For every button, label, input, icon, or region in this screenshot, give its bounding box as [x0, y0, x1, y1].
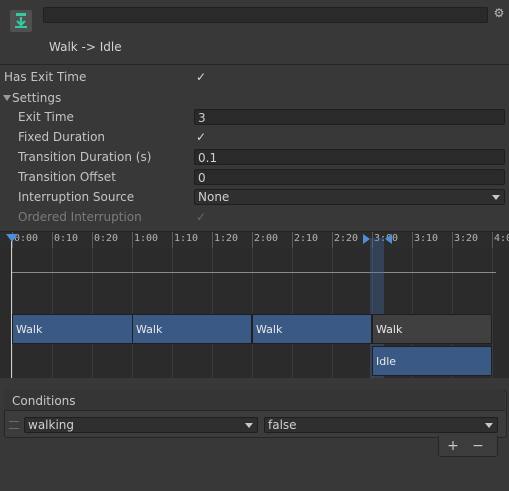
transition-icon	[10, 10, 32, 32]
ruler-tick-label: 2:00	[254, 233, 279, 244]
ruler-tick-label: 4:0	[494, 233, 509, 244]
timeline-gridline	[132, 248, 133, 378]
settings-foldout-arrow-icon[interactable]	[3, 95, 11, 101]
ruler-tick	[412, 232, 413, 249]
ruler-tick-label: 3:10	[414, 233, 439, 244]
ruler-tick-label: 0:20	[94, 233, 119, 244]
timeline-curve	[12, 272, 496, 273]
destination-clip[interactable]: Idle	[372, 346, 492, 376]
timeline-gridline	[92, 248, 93, 378]
timeline-gridline	[12, 248, 13, 378]
conditions-title: Conditions	[12, 394, 76, 408]
has-exit-time-checkbox[interactable]: ✓	[194, 70, 208, 84]
conditions-header	[4, 390, 505, 411]
timeline-gridline	[252, 248, 253, 378]
ruler-tick	[132, 232, 133, 249]
ruler-tick	[212, 232, 213, 249]
settings-foldout-label[interactable]: Settings	[12, 91, 61, 105]
timeline-gridline	[332, 248, 333, 378]
ruler-tick	[172, 232, 173, 249]
source-clip[interactable]: Walk	[132, 314, 252, 344]
timeline-gridline	[212, 248, 213, 378]
interruption-source-dropdown[interactable]: None	[194, 189, 505, 205]
timeline-ruler[interactable]: 0:00 0:10 0:20 1:00 1:10 1:20 2:00 2:10 2:20 3:00…	[0, 231, 509, 249]
gear-icon[interactable]: ⚙	[492, 6, 506, 20]
transition-start-marker-icon[interactable]	[363, 234, 370, 244]
transition-name-field[interactable]	[43, 7, 488, 23]
exit-time-field[interactable]: 3	[194, 109, 505, 125]
condition-parameter-dropdown[interactable]: walking	[24, 417, 258, 433]
ruler-tick	[252, 232, 253, 249]
ruler-tick	[292, 232, 293, 249]
header-divider	[0, 64, 509, 65]
interruption-source-label: Interruption Source	[18, 190, 135, 204]
ordered-interruption-checkbox: ✓	[195, 210, 207, 224]
chevron-down-icon	[492, 195, 500, 200]
fixed-duration-label: Fixed Duration	[18, 130, 106, 144]
chevron-down-icon	[245, 423, 253, 428]
chevron-down-icon	[485, 423, 493, 428]
transition-title: Walk -> Idle	[49, 40, 122, 54]
transition-duration-label: Transition Duration (s)	[18, 150, 152, 164]
ruler-tick	[452, 232, 453, 249]
transition-duration-field[interactable]: 0.1	[194, 149, 505, 165]
ruler-tick	[332, 232, 333, 249]
condition-value: false	[268, 418, 297, 432]
ruler-tick	[492, 232, 493, 249]
transition-end-marker-icon[interactable]	[385, 234, 392, 244]
ruler-tick-label: 3:20	[454, 233, 479, 244]
source-clip[interactable]: Walk	[252, 314, 372, 344]
exit-time-label: Exit Time	[18, 110, 74, 124]
ruler-tick-label: 2:10	[294, 233, 319, 244]
timeline-gridline	[52, 248, 53, 378]
timeline-gridline	[492, 248, 493, 378]
ruler-tick	[92, 232, 93, 249]
download-arrow-icon	[15, 13, 27, 28]
playhead-marker-icon[interactable]	[6, 234, 18, 242]
ruler-tick	[52, 232, 53, 249]
condition-value-dropdown[interactable]: false	[264, 417, 498, 433]
timeline-gridline	[172, 248, 173, 378]
interruption-source-value: None	[198, 190, 230, 204]
source-clip[interactable]: Walk	[12, 314, 133, 344]
ruler-tick-label: 1:00	[134, 233, 159, 244]
drag-handle-icon[interactable]	[9, 421, 19, 429]
ruler-tick-label: 2:20	[334, 233, 359, 244]
ruler-tick-label: 1:20	[214, 233, 239, 244]
source-clip[interactable]: Walk	[372, 314, 492, 344]
transition-offset-field[interactable]: 0	[194, 169, 505, 185]
playhead-line	[11, 241, 12, 378]
ordered-interruption-label: Ordered Interruption	[18, 210, 142, 224]
transition-offset-label: Transition Offset	[18, 170, 116, 184]
remove-condition-button[interactable]: −	[466, 437, 490, 455]
has-exit-time-label: Has Exit Time	[4, 70, 87, 84]
add-condition-button[interactable]: +	[441, 437, 465, 455]
condition-parameter-value: walking	[28, 418, 75, 432]
timeline-gridline	[292, 248, 293, 378]
ruler-tick-label: 0:10	[54, 233, 79, 244]
fixed-duration-checkbox[interactable]: ✓	[194, 130, 208, 144]
ruler-tick-label: 1:10	[174, 233, 199, 244]
